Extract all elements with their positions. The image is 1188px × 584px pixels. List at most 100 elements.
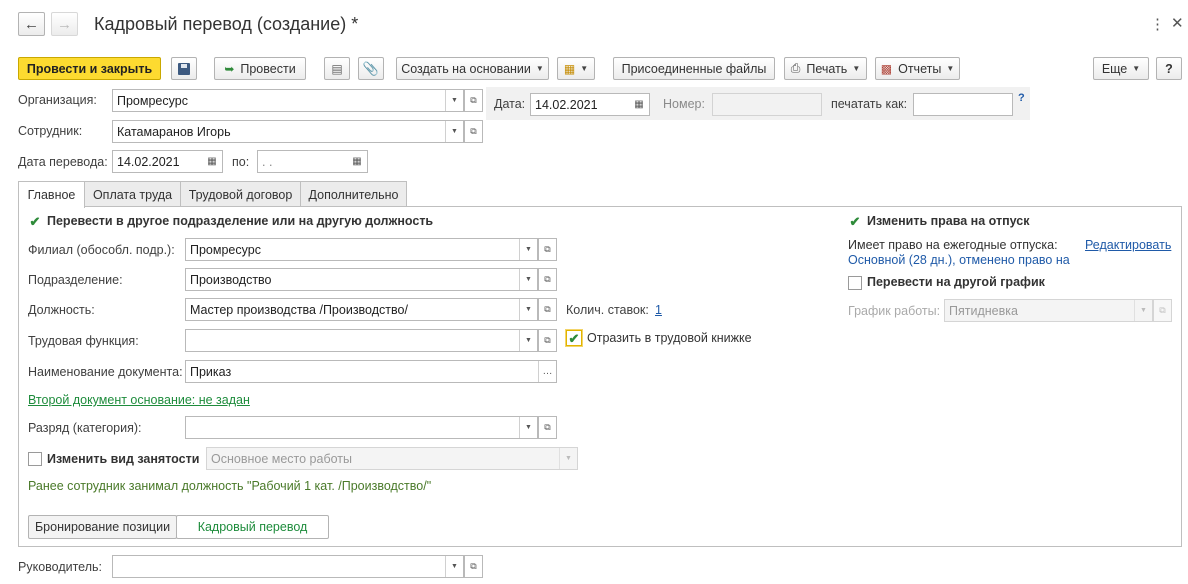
open-schedule-button: ⧉ <box>1153 299 1172 322</box>
labor-function-label: Трудовая функция: <box>28 334 139 348</box>
doc-name-field[interactable]: Приказ … <box>185 360 557 383</box>
forward-button[interactable]: → <box>51 12 78 36</box>
schedule-field: Пятидневка ▼ <box>944 299 1153 322</box>
personnel-transfer-button[interactable]: Кадровый перевод <box>176 515 329 539</box>
number-label: Номер: <box>663 97 705 111</box>
date-label: Дата: <box>494 97 526 111</box>
schedule-checkbox-label: Перевести на другой график <box>867 275 1045 289</box>
open-position-button[interactable]: ⧉ <box>538 298 557 321</box>
tab-payment[interactable]: Оплата труда <box>84 181 181 207</box>
transfer-date-field[interactable]: 14.02.2021 ▦ <box>112 150 223 173</box>
number-field[interactable] <box>712 93 822 116</box>
transfer-checkbox-label: Перевести в другое подразделение или на … <box>47 214 434 228</box>
employment-checkbox[interactable] <box>28 452 42 466</box>
chevron-down-icon: ▼ <box>1132 64 1141 73</box>
org-field[interactable]: Промресурс ▼ <box>112 89 464 112</box>
position-field[interactable]: Мастер производства /Производство/ ▼ <box>185 298 538 321</box>
dropdown-arrow-icon[interactable]: ▼ <box>445 90 463 111</box>
rates-label: Колич. ставок: <box>566 303 649 317</box>
department-field[interactable]: Производство ▼ <box>185 268 538 291</box>
print-as-field[interactable] <box>913 93 1013 116</box>
manager-field[interactable]: ▼ <box>112 555 464 578</box>
branch-field[interactable]: Промресурс ▼ <box>185 238 538 261</box>
dropdown-arrow-icon: ▼ <box>1134 300 1152 321</box>
chevron-down-icon: ▼ <box>852 64 861 73</box>
workbook-checkbox-label: Отразить в трудовой книжке <box>587 331 752 345</box>
to-date-field[interactable]: . . ▦ <box>257 150 368 173</box>
chevron-down-icon: ▼ <box>535 64 544 73</box>
dropdown-arrow-icon[interactable]: ▼ <box>519 269 537 290</box>
department-label: Подразделение: <box>28 273 123 287</box>
calendar-icon[interactable]: ▦ <box>202 151 222 172</box>
save-button[interactable] <box>171 57 197 80</box>
transfer-checkbox[interactable]: ✔ <box>28 214 42 228</box>
open-branch-button[interactable]: ⧉ <box>538 238 557 261</box>
grade-field[interactable]: ▼ <box>185 416 538 439</box>
workbook-checkbox[interactable]: ✔ <box>566 330 582 346</box>
open-grade-button[interactable]: ⧉ <box>538 416 557 439</box>
open-manager-button[interactable]: ⧉ <box>464 555 483 578</box>
date-field[interactable]: 14.02.2021 ▦ <box>530 93 650 116</box>
tab-main[interactable]: Главное <box>18 181 85 208</box>
more-vert-icon[interactable]: ⋮ <box>1150 15 1165 33</box>
booking-position-button[interactable]: Бронирование позиции <box>28 515 177 539</box>
floppy-disk-icon <box>178 62 190 75</box>
dropdown-arrow-icon[interactable]: ▼ <box>445 556 463 577</box>
employee-label: Сотрудник: <box>18 124 83 138</box>
employment-checkbox-label: Изменить вид занятости <box>47 452 200 466</box>
dropdown-arrow-icon[interactable]: ▼ <box>445 121 463 142</box>
checkmark-icon: ✔ <box>29 213 41 229</box>
arrow-left-icon: ← <box>24 15 39 33</box>
labor-function-field[interactable]: ▼ <box>185 329 538 352</box>
open-window-icon: ⧉ <box>1159 305 1166 315</box>
dropdown-arrow-icon[interactable]: ▼ <box>519 299 537 320</box>
tab-additional[interactable]: Дополнительно <box>300 181 407 207</box>
to-label: по: <box>232 155 250 169</box>
close-icon[interactable]: ✕ <box>1171 14 1184 32</box>
journal-button[interactable]: ▤ <box>324 57 350 80</box>
help-button[interactable]: ? <box>1156 57 1182 80</box>
back-button[interactable]: ← <box>18 12 45 36</box>
post-and-close-button[interactable]: Провести и закрыть <box>18 57 161 80</box>
dropdown-arrow-icon[interactable]: ▼ <box>519 417 537 438</box>
attached-files-button[interactable]: Присоединенные файлы <box>613 57 775 80</box>
open-labor-function-button[interactable]: ⧉ <box>538 329 557 352</box>
open-department-button[interactable]: ⧉ <box>538 268 557 291</box>
printer-icon: ⎙ <box>790 61 801 75</box>
attach-button[interactable]: 📎 <box>358 57 384 80</box>
paperclip-icon: 📎 <box>362 60 380 76</box>
manager-label: Руководитель: <box>18 560 103 574</box>
vacation-rights-checkbox-label: Изменить права на отпуск <box>867 214 1030 228</box>
open-window-icon: ⧉ <box>470 95 477 105</box>
calendar-icon[interactable]: ▦ <box>629 94 649 115</box>
calendar-icon[interactable]: ▦ <box>347 151 367 172</box>
dropdown-arrow-icon: ▼ <box>559 448 577 469</box>
checkmark-icon: ✔ <box>568 330 580 346</box>
tab-labor-contract[interactable]: Трудовой договор <box>180 181 301 207</box>
create-based-on-button[interactable]: Создать на основании ▼ <box>396 57 549 80</box>
edit-leave-link[interactable]: Редактировать <box>1085 238 1171 252</box>
doc-name-label: Наименование документа: <box>28 365 183 379</box>
schedule-checkbox[interactable] <box>848 276 862 290</box>
ellipsis-icon[interactable]: … <box>538 361 556 382</box>
post-button[interactable]: ➥ Провести <box>214 57 306 80</box>
employee-field[interactable]: Катамаранов Игорь ▼ <box>112 120 464 143</box>
chevron-down-icon: ▼ <box>946 64 955 73</box>
help-question-icon[interactable]: ? <box>1018 92 1025 104</box>
post-document-icon: ➥ <box>224 61 235 76</box>
rates-value-link[interactable]: 1 <box>655 303 662 317</box>
open-window-icon: ⧉ <box>544 422 551 432</box>
more-button[interactable]: Еще ▼ <box>1093 57 1149 80</box>
position-label: Должность: <box>28 303 95 317</box>
leave-details-text: Основной (28 дн.), отменено право на <box>848 253 1070 267</box>
dropdown-arrow-icon[interactable]: ▼ <box>519 239 537 260</box>
copy-menu-button[interactable]: ▦ ▼ <box>557 57 595 80</box>
print-button[interactable]: ⎙ Печать ▼ <box>784 57 867 80</box>
branch-label: Филиал (обособл. подр.): <box>28 243 175 257</box>
dropdown-arrow-icon[interactable]: ▼ <box>519 330 537 351</box>
open-org-button[interactable]: ⧉ <box>464 89 483 112</box>
reports-button[interactable]: ▩ Отчеты ▼ <box>875 57 960 80</box>
open-employee-button[interactable]: ⧉ <box>464 120 483 143</box>
second-document-link[interactable]: Второй документ основание: не задан <box>28 393 250 407</box>
vacation-rights-checkbox[interactable]: ✔ <box>848 214 862 228</box>
